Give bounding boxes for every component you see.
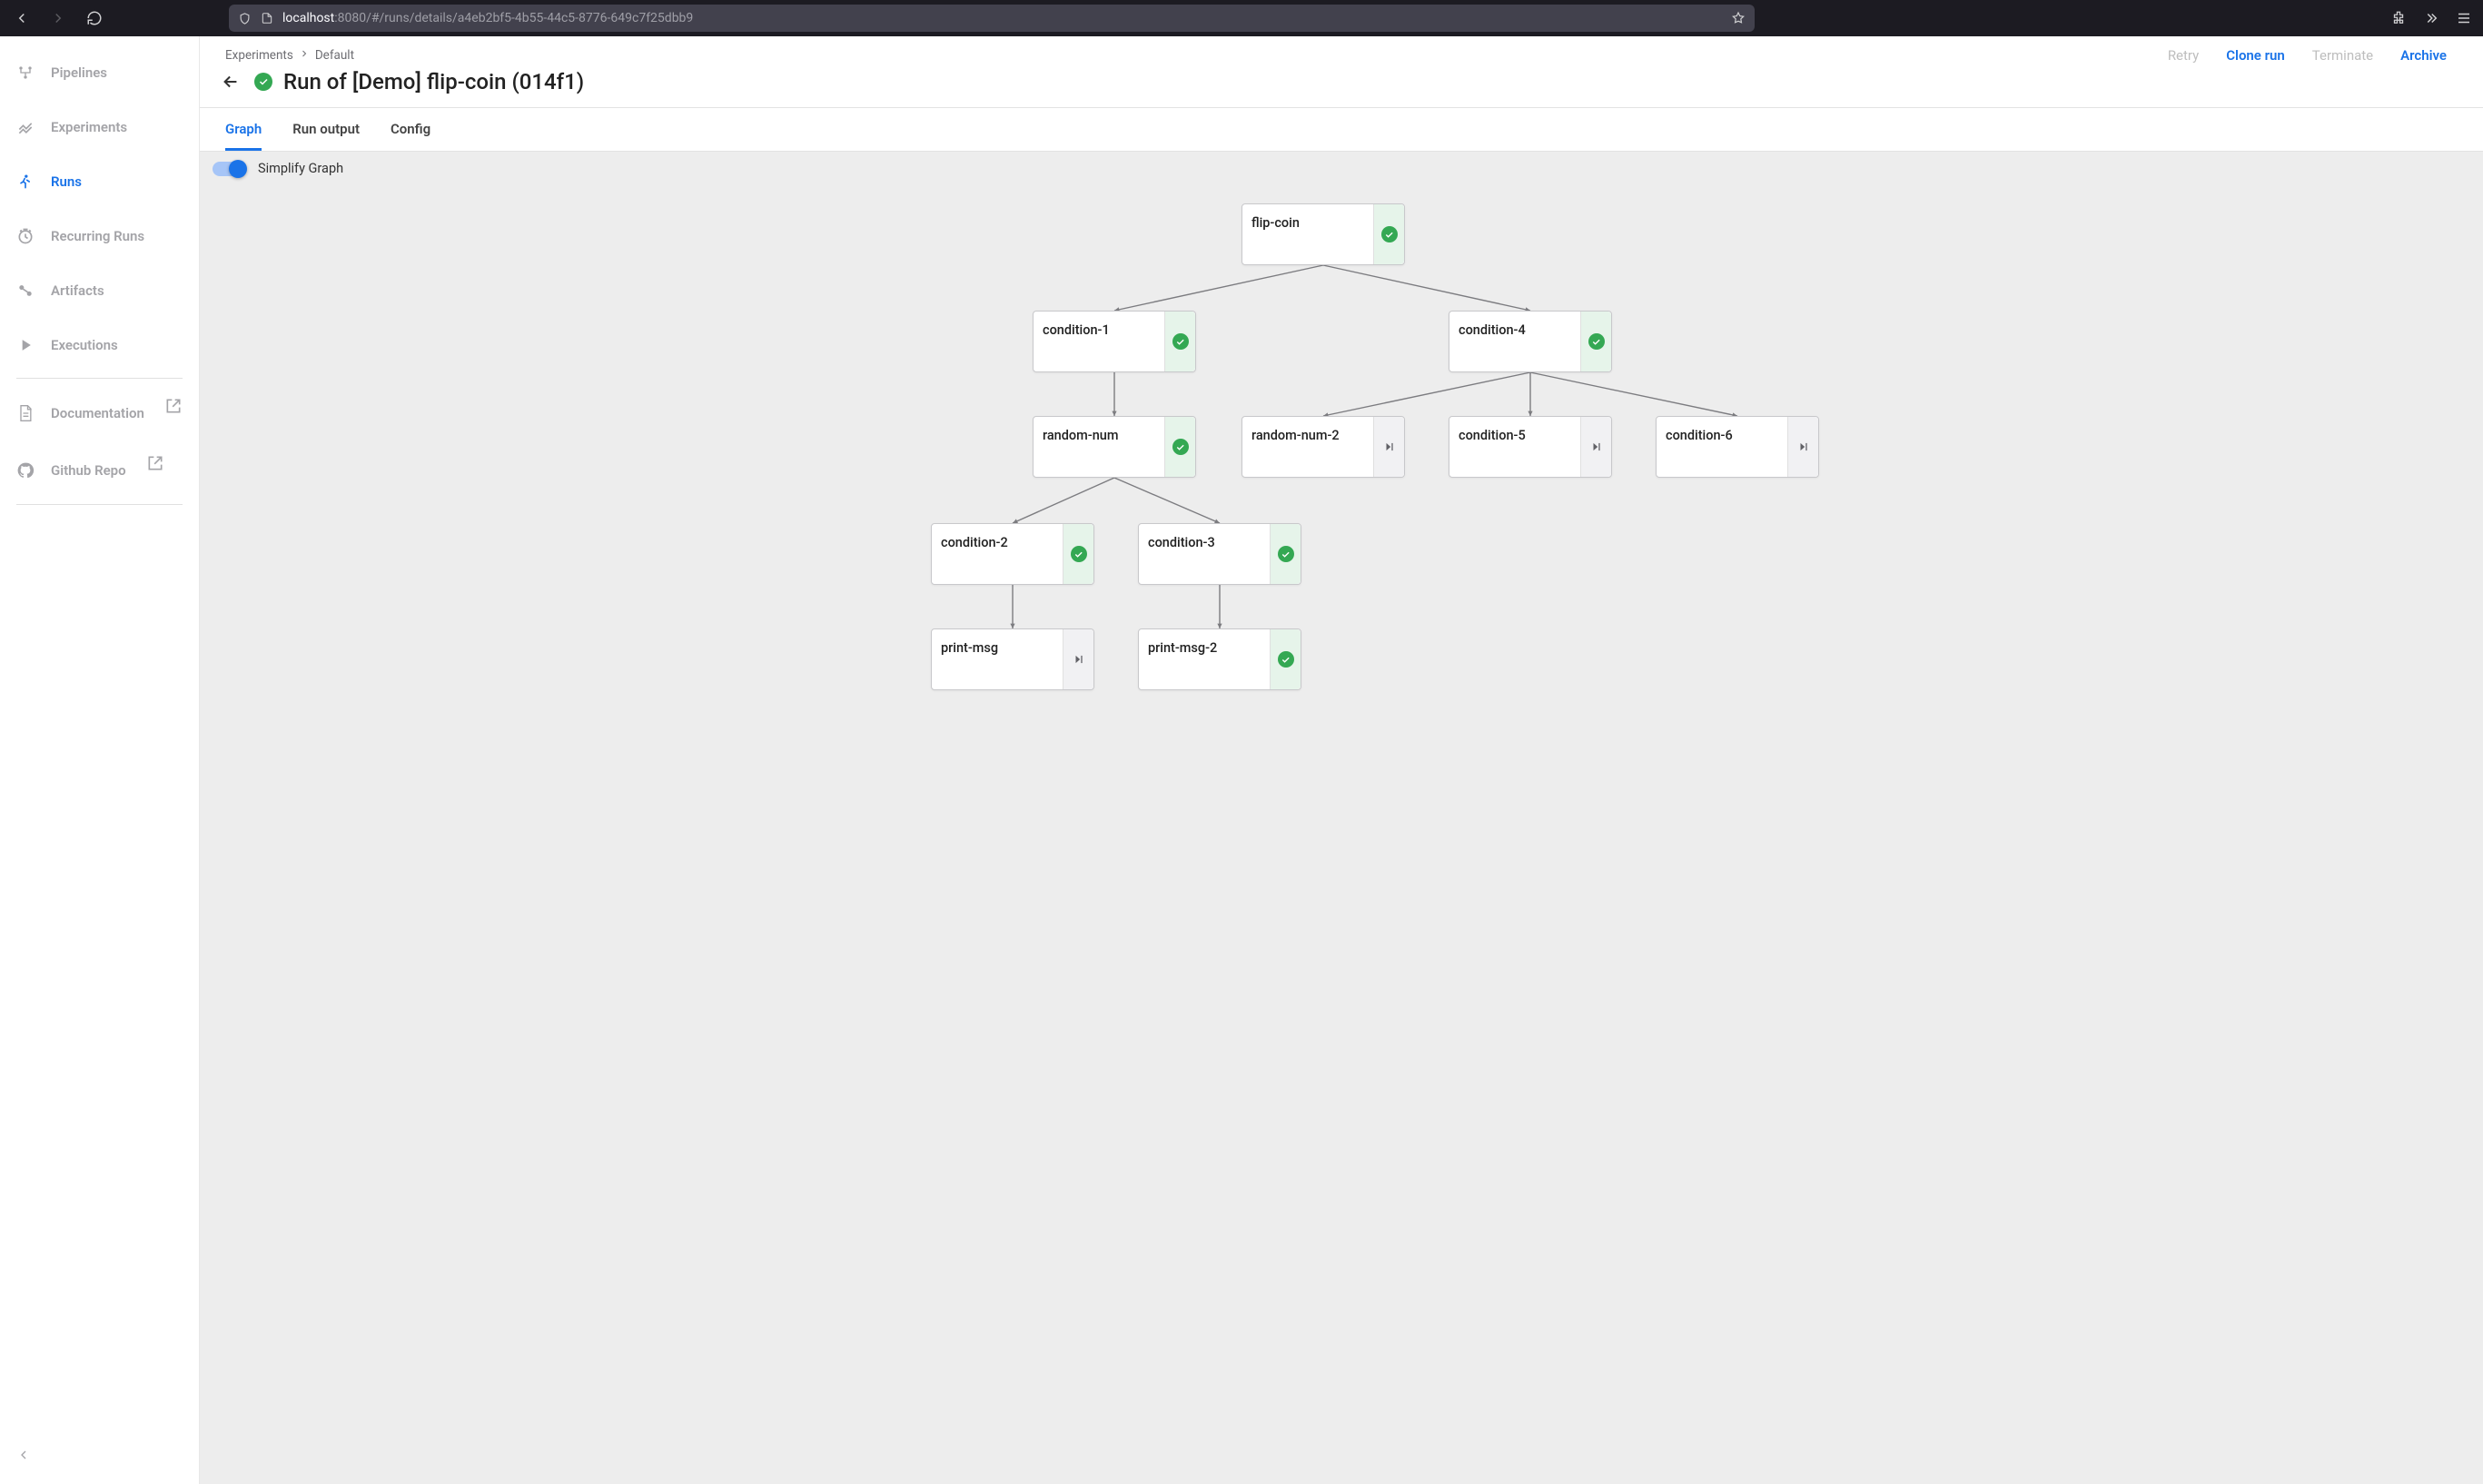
status-omitted-icon <box>1787 417 1818 477</box>
browser-url-bar[interactable]: localhost:8080/#/runs/details/a4eb2bf5-4… <box>229 5 1755 32</box>
back-button[interactable] <box>218 69 243 94</box>
status-success-icon <box>1063 524 1093 584</box>
sidebar-item-label: Executions <box>51 337 118 353</box>
graph-node-label: random-num-2 <box>1242 417 1373 454</box>
action-retry: Retry <box>2157 47 2210 64</box>
document-icon <box>16 404 35 422</box>
graph-node-condition-6[interactable]: condition-6 <box>1656 416 1819 478</box>
status-success-icon <box>1164 417 1195 477</box>
extensions-icon[interactable] <box>2390 10 2407 26</box>
graph-node-random-num[interactable]: random-num <box>1033 416 1196 478</box>
bookmark-star-icon[interactable] <box>1731 11 1746 25</box>
page-icon <box>261 12 273 25</box>
sidebar-item-artifacts[interactable]: Artifacts <box>0 263 199 318</box>
graph-node-label: condition-1 <box>1034 312 1164 349</box>
action-archive[interactable]: Archive <box>2389 47 2458 64</box>
play-icon <box>16 336 35 354</box>
sidebar-item-experiments[interactable]: Experiments <box>0 100 199 154</box>
graph-node-condition-1[interactable]: condition-1 <box>1033 311 1196 372</box>
graph-node-label: print-msg-2 <box>1139 629 1270 667</box>
graph-node-label: condition-3 <box>1139 524 1270 561</box>
graph-node-label: condition-2 <box>932 524 1063 561</box>
sidebar-item-executions[interactable]: Executions <box>0 318 199 372</box>
clock-icon <box>16 227 35 245</box>
tabs: Graph Run output Config <box>200 108 2483 152</box>
breadcrumb-root[interactable]: Experiments <box>225 48 293 63</box>
external-link-icon <box>164 397 183 418</box>
github-icon <box>16 461 35 480</box>
graph-canvas[interactable]: flip-coin condition-1 condition-4 random-nu… <box>200 185 2483 1484</box>
sidebar-collapse-button[interactable] <box>0 1430 199 1484</box>
chevron-left-icon <box>16 1448 31 1462</box>
graph-node-label: condition-5 <box>1449 417 1580 454</box>
simplify-graph-label: Simplify Graph <box>258 161 343 176</box>
graph-node-condition-2[interactable]: condition-2 <box>931 523 1094 585</box>
graph-node-label: condition-6 <box>1657 417 1787 454</box>
graph-node-condition-4[interactable]: condition-4 <box>1449 311 1612 372</box>
sidebar-item-label: Runs <box>51 173 82 190</box>
runs-icon <box>16 173 35 191</box>
hamburger-menu-icon[interactable] <box>2456 10 2472 26</box>
status-success-icon <box>1580 312 1611 371</box>
simplify-graph-toggle[interactable] <box>213 162 245 176</box>
graph-node-print-msg[interactable]: print-msg <box>931 628 1094 690</box>
sidebar-item-runs[interactable]: Runs <box>0 154 199 209</box>
tab-config[interactable]: Config <box>391 108 430 151</box>
page-title: Run of [Demo] flip-coin (014f1) <box>283 69 584 94</box>
main-content: Experiments Default Retry Clone run Term… <box>200 36 2483 1484</box>
url-rest: :8080/#/runs/details/a4eb2bf5-4b55-44c5-… <box>334 11 693 25</box>
experiments-icon <box>16 118 35 136</box>
sidebar-item-label: Pipelines <box>51 64 107 81</box>
external-link-icon <box>146 454 164 475</box>
graph-node-random-num-2[interactable]: random-num-2 <box>1242 416 1405 478</box>
sidebar-item-label: Artifacts <box>51 282 104 299</box>
status-success-icon <box>1270 629 1301 689</box>
graph-node-print-msg-2[interactable]: print-msg-2 <box>1138 628 1301 690</box>
sidebar-item-label: Github Repo <box>51 462 126 479</box>
sidebar: Pipelines Experiments Runs Recurring Run… <box>0 36 200 1484</box>
pipelines-icon <box>16 64 35 82</box>
sidebar-item-label: Documentation <box>51 405 144 421</box>
status-omitted-icon <box>1063 629 1093 689</box>
shield-icon <box>238 12 252 25</box>
graph-node-label: random-num <box>1034 417 1164 454</box>
graph-node-flip-coin[interactable]: flip-coin <box>1242 203 1405 265</box>
browser-forward-button[interactable] <box>47 7 69 29</box>
status-success-icon <box>1373 204 1404 264</box>
status-omitted-icon <box>1580 417 1611 477</box>
graph-node-condition-3[interactable]: condition-3 <box>1138 523 1301 585</box>
status-omitted-icon <box>1373 417 1404 477</box>
browser-back-button[interactable] <box>11 7 33 29</box>
status-success-icon <box>1164 312 1195 371</box>
action-clone-run[interactable]: Clone run <box>2215 47 2296 64</box>
sidebar-item-github[interactable]: Github Repo <box>0 441 199 499</box>
graph-node-label: condition-4 <box>1449 312 1580 349</box>
url-host: localhost <box>282 11 334 25</box>
run-status-icon <box>254 73 272 91</box>
graph-node-label: print-msg <box>932 629 1063 667</box>
sidebar-item-pipelines[interactable]: Pipelines <box>0 45 199 100</box>
tab-run-output[interactable]: Run output <box>292 108 360 151</box>
artifacts-icon <box>16 282 35 300</box>
sidebar-item-label: Recurring Runs <box>51 228 144 244</box>
url-text: localhost:8080/#/runs/details/a4eb2bf5-4… <box>282 11 693 25</box>
browser-reload-button[interactable] <box>84 7 105 29</box>
sidebar-divider <box>16 504 183 505</box>
chevron-right-icon <box>299 48 310 63</box>
status-success-icon <box>1270 524 1301 584</box>
breadcrumb-leaf[interactable]: Default <box>315 48 354 63</box>
sidebar-item-label: Experiments <box>51 119 127 135</box>
action-terminate: Terminate <box>2301 47 2384 64</box>
graph-node-label: flip-coin <box>1242 204 1373 242</box>
sidebar-item-documentation[interactable]: Documentation <box>0 384 199 441</box>
sidebar-item-recurring-runs[interactable]: Recurring Runs <box>0 209 199 263</box>
graph-node-condition-5[interactable]: condition-5 <box>1449 416 1612 478</box>
overflow-chevrons-icon[interactable] <box>2423 10 2439 26</box>
sidebar-divider <box>16 378 183 379</box>
tab-graph[interactable]: Graph <box>225 108 262 151</box>
browser-chrome: localhost:8080/#/runs/details/a4eb2bf5-4… <box>0 0 2483 36</box>
